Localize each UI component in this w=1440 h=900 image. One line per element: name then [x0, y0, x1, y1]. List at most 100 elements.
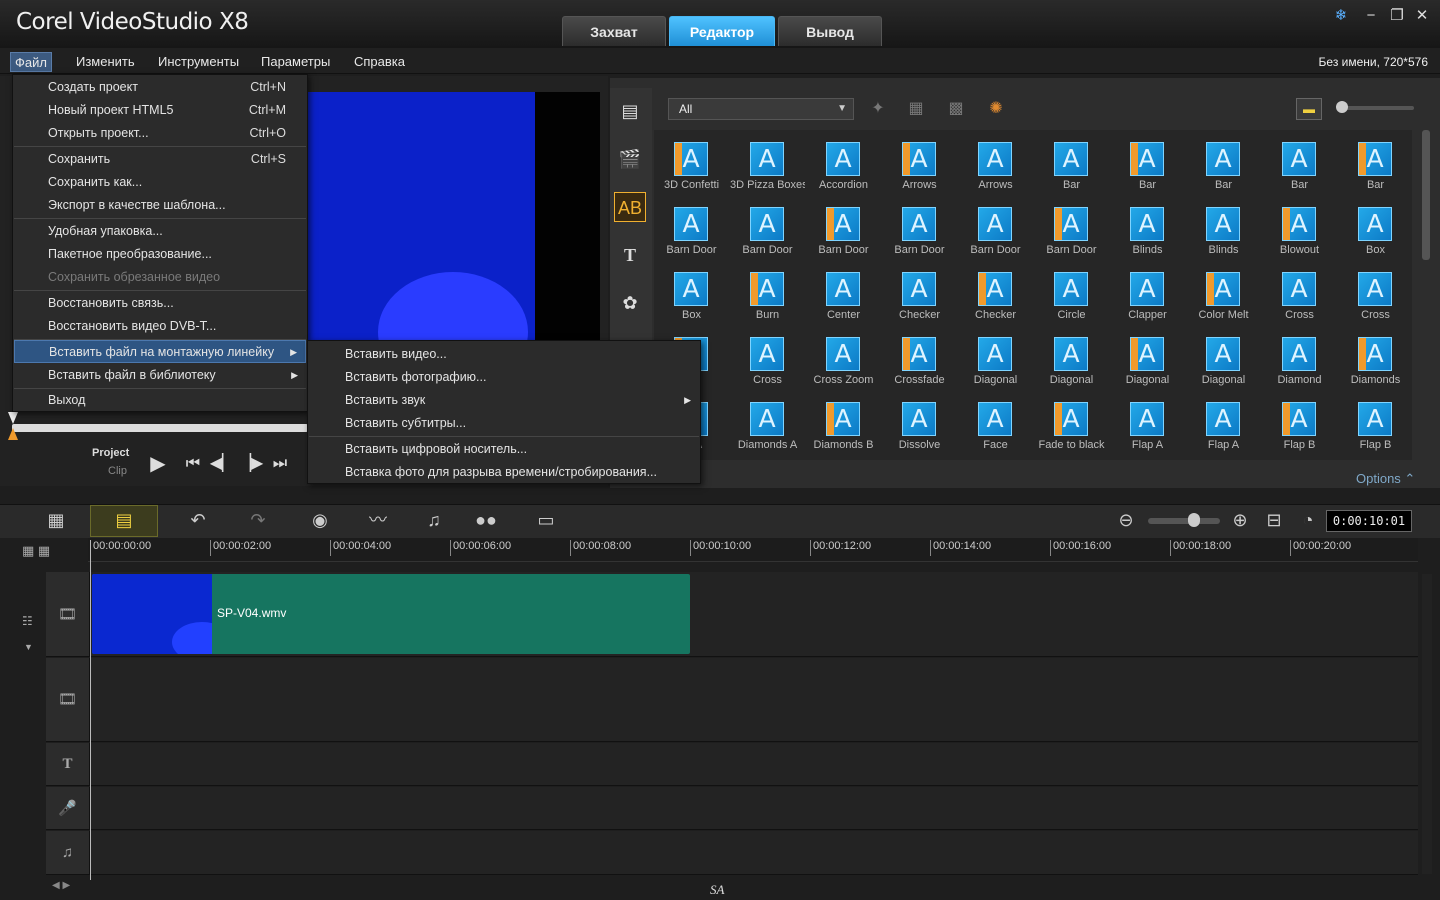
title-track[interactable]	[46, 743, 1418, 786]
transition-item[interactable]: A Checker	[882, 260, 957, 324]
motion-tracking-icon[interactable]: ●●	[470, 506, 502, 534]
transition-item[interactable]: A 3D Confetti	[654, 130, 729, 194]
menu-item-exit[interactable]: Выход	[14, 389, 306, 412]
transition-item[interactable]: A Barn Door	[1034, 195, 1109, 259]
instant-project-icon[interactable]: 🎬	[614, 144, 646, 174]
transition-item[interactable]: A Box	[1338, 195, 1412, 259]
restore-button[interactable]: ❐	[1386, 6, 1408, 26]
track-expand-icon[interactable]: ▼	[24, 642, 33, 652]
thumb-size-slider[interactable]	[1338, 106, 1414, 110]
project-mode-label[interactable]: Project	[92, 447, 129, 459]
transition-item[interactable]: A Flap B	[1262, 390, 1337, 454]
transition-item[interactable]: A Bar	[1110, 130, 1185, 194]
voice-track[interactable]	[46, 787, 1418, 830]
transition-item[interactable]: A Blowout	[1262, 195, 1337, 259]
menu-item-smart-package[interactable]: Удобная упаковка...	[14, 220, 306, 243]
transition-item[interactable]: A Blinds	[1186, 195, 1261, 259]
title-icon[interactable]: T	[614, 240, 646, 270]
menu-item-batch-convert[interactable]: Пакетное преобразование...	[14, 243, 306, 266]
help-icon[interactable]: ❄	[1330, 6, 1352, 26]
storyboard-view-icon[interactable]: ▦	[40, 506, 72, 534]
menu-edit[interactable]: Изменить	[72, 52, 139, 72]
transition-item[interactable]: A Barn Door	[806, 195, 881, 259]
transition-item[interactable]: A Checker	[958, 260, 1033, 324]
library-scrollbar[interactable]	[1422, 130, 1430, 260]
transition-item[interactable]: A 3D Pizza Boxes	[730, 130, 805, 194]
submenu-insert-audio[interactable]: Вставить звук ▶	[309, 389, 699, 412]
project-duration-icon[interactable]: ◔	[1292, 506, 1324, 534]
transition-item[interactable]: A Bar	[1262, 130, 1337, 194]
transition-item[interactable]: A Diagonal	[1034, 325, 1109, 389]
transition-icon[interactable]: AB	[614, 192, 646, 222]
transition-item[interactable]: A Barn Door	[730, 195, 805, 259]
tab-share[interactable]: Вывод	[778, 16, 882, 46]
fit-project-icon[interactable]: ⊟	[1258, 506, 1290, 534]
redo-icon[interactable]: ↷	[242, 506, 274, 534]
transition-item[interactable]: A Dissolve	[882, 390, 957, 454]
menu-tools[interactable]: Инструменты	[154, 52, 243, 72]
transition-item[interactable]: A Diagonal	[1110, 325, 1185, 389]
go-start-icon[interactable]: ⏮	[180, 452, 206, 476]
media-icon[interactable]: ▤	[614, 96, 646, 126]
scrub-bar[interactable]	[12, 424, 308, 432]
zoom-slider-knob[interactable]	[1188, 513, 1200, 527]
transition-item[interactable]: A Bar	[1338, 130, 1412, 194]
transition-item[interactable]: A Cross	[730, 325, 805, 389]
track-manager-icon[interactable]: ▦ ▦	[22, 543, 50, 559]
submenu-insert-digital-media[interactable]: Вставить цифровой носитель...	[309, 438, 699, 461]
close-button[interactable]: ✕	[1411, 6, 1433, 26]
transition-item[interactable]: A Diamonds A	[730, 390, 805, 454]
transition-item[interactable]: A Burn	[730, 260, 805, 324]
overlay-track-icon[interactable]: 🎞	[46, 658, 90, 742]
record-capture-icon[interactable]: ◉	[304, 506, 336, 534]
voice-track-icon[interactable]: 🎤	[46, 787, 90, 830]
transition-item[interactable]: A Flap A	[1110, 390, 1185, 454]
menu-item-relink[interactable]: Восстановить связь...	[14, 292, 306, 315]
title-track-icon[interactable]: T	[46, 743, 90, 786]
submenu-insert-stop-motion[interactable]: Вставка фото для разрыва времени/стробир…	[309, 461, 699, 484]
transition-item[interactable]: A Flap B	[1338, 390, 1412, 454]
timeline-vertical-scrollbar[interactable]	[1422, 574, 1432, 874]
playhead[interactable]	[90, 540, 91, 880]
auto-music-icon[interactable]: ♫	[418, 506, 450, 534]
add-favorite-icon[interactable]: ✦	[864, 96, 892, 122]
zoom-out-icon[interactable]: ⊖	[1110, 506, 1142, 534]
transition-item[interactable]: A Fade to black	[1034, 390, 1109, 454]
scroll-left-icon[interactable]: ◀ ▶	[52, 880, 70, 891]
transition-item[interactable]: A Clapper	[1110, 260, 1185, 324]
timeline-clip[interactable]: SP-V04.wmv	[92, 574, 690, 654]
transition-item[interactable]: A Accordion	[806, 130, 881, 194]
transition-item[interactable]: A Bar	[1034, 130, 1109, 194]
zoom-in-icon[interactable]: ⊕	[1224, 506, 1256, 534]
menu-item-save-as[interactable]: Сохранить как...	[14, 171, 306, 194]
menu-item-insert-to-library[interactable]: Вставить файл в библиотеку ▶	[14, 364, 306, 387]
transition-item[interactable]: A Face	[958, 390, 1033, 454]
menu-settings[interactable]: Параметры	[257, 52, 334, 72]
submenu-insert-video[interactable]: Вставить видео...	[309, 343, 699, 366]
menu-item-new-project[interactable]: Создать проект Ctrl+N	[14, 76, 306, 99]
timeline-ruler[interactable]: 00:00:00:00 00:00:02:00 00:00:04:00 00:00:0…	[88, 538, 1418, 562]
transition-item[interactable]: A Diagonal	[958, 325, 1033, 389]
music-track[interactable]	[46, 831, 1418, 875]
menu-help[interactable]: Справка	[350, 52, 409, 72]
undo-icon[interactable]: ↶	[182, 506, 214, 534]
transition-item[interactable]: A Cross	[1262, 260, 1337, 324]
menu-item-dvbt-repair[interactable]: Восстановить видео DVB-T...	[14, 315, 306, 338]
apply-to-audio-icon[interactable]: ▩	[942, 96, 970, 122]
tab-capture[interactable]: Захват	[562, 16, 666, 46]
transition-item[interactable]: A Diamond	[1262, 325, 1337, 389]
zoom-slider[interactable]	[1148, 518, 1220, 524]
menu-item-insert-to-timeline[interactable]: Вставить файл на монтажную линейку ▶	[14, 340, 306, 363]
transition-item[interactable]: A Circle	[1034, 260, 1109, 324]
filter-icon[interactable]: ✿	[614, 288, 646, 318]
next-frame-icon[interactable]: ▕▶	[238, 452, 264, 476]
transition-item[interactable]: A Crossfade	[882, 325, 957, 389]
transition-item[interactable]: A Diagonal	[1186, 325, 1261, 389]
transition-item[interactable]: A Box	[654, 260, 729, 324]
transition-item[interactable]: A Arrows	[958, 130, 1033, 194]
submenu-insert-photo[interactable]: Вставить фотографию...	[309, 366, 699, 389]
transition-item[interactable]: A Bar	[1186, 130, 1261, 194]
transition-item[interactable]: A Center	[806, 260, 881, 324]
transition-item[interactable]: A Arrows	[882, 130, 957, 194]
menu-item-export-template[interactable]: Экспорт в качестве шаблона...	[14, 194, 306, 217]
